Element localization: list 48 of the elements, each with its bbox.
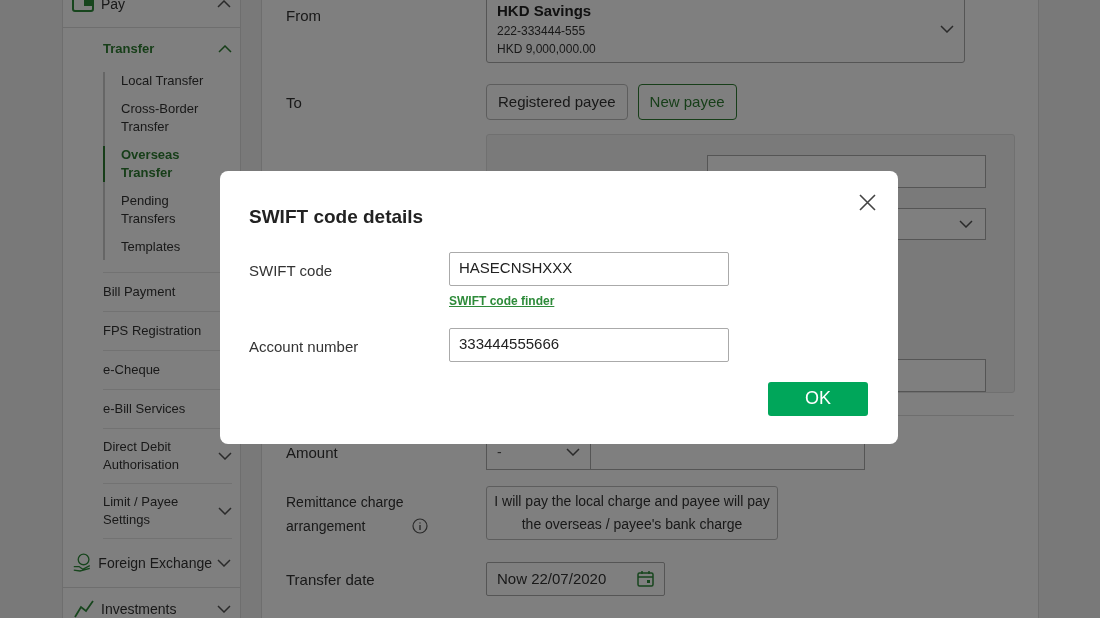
chevron-up-icon: [217, 0, 231, 8]
dialog-title: SWIFT code details: [249, 205, 425, 229]
sidebar-section[interactable]: Investments: [63, 588, 240, 618]
payee-toggle[interactable]: New payee: [637, 84, 737, 120]
chevron-up-icon: [218, 45, 232, 53]
sidebar-subitem[interactable]: Pending Transfers: [103, 192, 221, 228]
sidebar-link[interactable]: e-Bill Services: [103, 401, 186, 416]
sidebar-link[interactable]: e-Cheque: [103, 362, 161, 377]
finder-link[interactable]: SWIFT code finder: [449, 291, 729, 310]
close-button[interactable]: [856, 191, 878, 213]
field-label: Account number: [249, 336, 360, 357]
account-name: HKD Savings: [497, 0, 593, 21]
date-field[interactable]: Now 22/07/2020: [486, 562, 665, 596]
sidebar-subitem[interactable]: Local Transfer: [103, 72, 221, 90]
chevron-down-icon: [940, 25, 954, 33]
info-icon[interactable]: [412, 518, 428, 534]
sidebar-section[interactable]: Pay: [63, 0, 240, 28]
ok-button[interactable]: OK: [768, 381, 868, 416]
chevron-down-icon: [217, 559, 231, 567]
chart-icon: [72, 600, 96, 618]
account-balance: HKD 9,000,000.00: [497, 41, 597, 59]
field-label: SWIFT code: [249, 260, 334, 281]
sidebar-section[interactable]: Foreign Exchange: [63, 539, 240, 588]
field-label: Remittance charge arrangement: [286, 493, 405, 536]
sidebar-link[interactable]: Bill Payment: [103, 284, 176, 299]
input-field[interactable]: HASECNSHXXX: [449, 251, 729, 286]
sidebar-link[interactable]: FPS Registration: [103, 323, 202, 338]
charge-option[interactable]: I will pay the local charge and payee will pay the overseas / payee's bank charge: [486, 486, 778, 540]
chevron-down-icon: [218, 452, 232, 460]
chevron-down-icon: [217, 605, 231, 613]
calendar-icon: [637, 571, 654, 587]
input-field[interactable]: 333444555666: [449, 327, 729, 362]
account-select[interactable]: HKD Savings 222-333444-555 HKD 9,000,000.00: [486, 0, 965, 63]
close-icon: [858, 193, 876, 211]
sidebar-group[interactable]: Limit / Payee Settings: [103, 484, 232, 538]
payee-toggle[interactable]: Registered payee: [486, 84, 628, 120]
field-label: To: [286, 93, 303, 113]
sidebar-subitem[interactable]: Templates: [103, 238, 221, 256]
field-label: Amount: [286, 443, 339, 463]
field-label: From: [286, 6, 322, 26]
sidebar-group[interactable]: Direct Debit Authorisation: [103, 429, 232, 483]
chevron-down-icon: [959, 219, 973, 228]
chevron-down-icon: [566, 448, 580, 456]
account-number: 222-333444-555: [497, 23, 587, 41]
field-label: Transfer date: [286, 570, 376, 590]
sidebar-group[interactable]: Transfer: [103, 28, 232, 70]
sidebar-subitem[interactable]: Cross-Border Transfer: [103, 100, 221, 136]
chevron-down-icon: [218, 507, 232, 515]
